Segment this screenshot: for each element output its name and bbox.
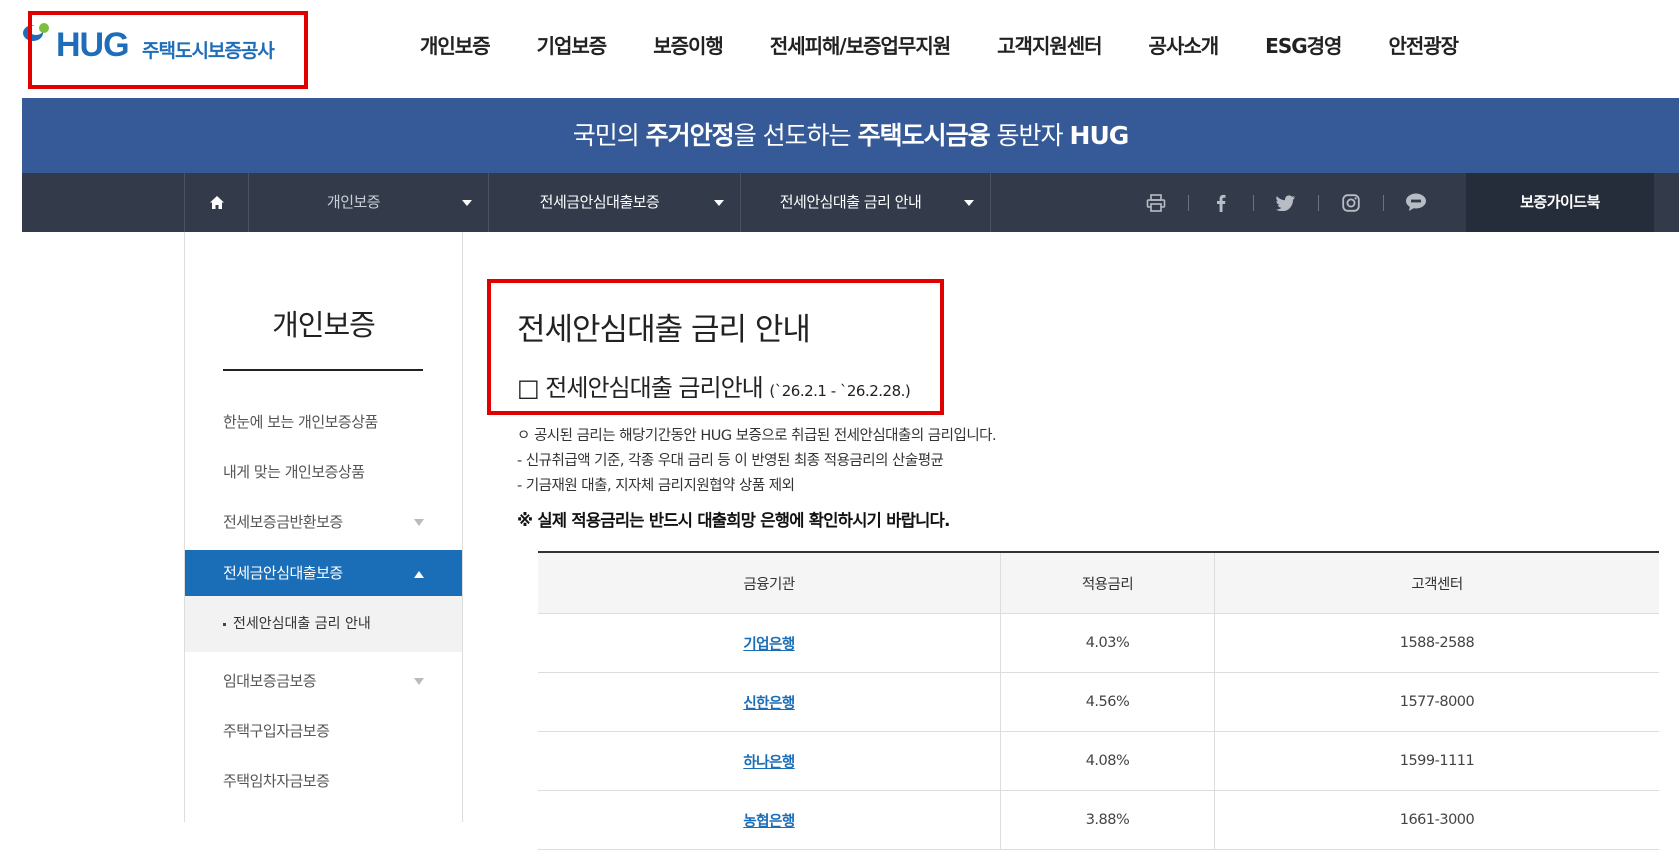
instagram-icon[interactable] <box>1337 189 1365 217</box>
chevron-down-icon <box>414 678 424 685</box>
rate-notes: ㅇ 공시된 금리는 해당기간동안 HUG 보증으로 취급된 전세안심대출의 금리… <box>517 424 997 499</box>
table-row: 농협은행 3.88% 1661-3000 <box>538 790 1659 850</box>
slogan-bold-1: 주거안정 <box>645 121 735 150</box>
divider <box>1318 194 1319 211</box>
rate-warning: ※ 실제 적용금리는 반드시 대출희망 은행에 확인하시기 바랍니다. <box>517 511 950 530</box>
bank-link[interactable]: 기업은행 <box>743 637 795 653</box>
divider <box>1188 194 1189 211</box>
breadcrumb-dropdown-2[interactable]: 전세금안심대출보증 <box>489 173 741 232</box>
side-nav-item-home-rental-guarantee[interactable]: 주택임차자금보증 <box>185 756 462 806</box>
divider <box>1253 194 1254 211</box>
column-header-rate: 적용금리 <box>1000 551 1215 614</box>
title-highlight-box <box>487 279 944 415</box>
chevron-down-icon <box>462 200 472 206</box>
side-nav-item-product-overview[interactable]: 한눈에 보는 개인보증상품 <box>185 397 462 447</box>
side-nav-subitem-label: 전세안심대출 금리 안내 <box>233 616 371 632</box>
chevron-up-icon <box>414 571 424 578</box>
side-nav-item-safe-loan-guarantee[interactable]: 전세금안심대출보증 <box>185 550 462 596</box>
chevron-down-icon <box>964 200 974 206</box>
column-header-bank: 금융기관 <box>538 551 1001 614</box>
breadcrumb-dropdown-1[interactable]: 개인보증 <box>249 173 489 232</box>
bank-link[interactable]: 신한은행 <box>743 696 795 712</box>
slogan-text-3: 동반자 <box>989 121 1070 150</box>
print-icon[interactable] <box>1142 189 1170 217</box>
guarantee-guidebook-button[interactable]: 보증가이드북 <box>1466 173 1654 232</box>
side-nav-item-label: 주택임차자금보증 <box>223 772 330 790</box>
location-bar: 개인보증 전세금안심대출보증 전세안심대출 금리 안내 보증가이드북 <box>22 173 1679 232</box>
phone-cell: 1588-2588 <box>1214 613 1659 673</box>
column-header-call-center: 고객센터 <box>1214 551 1659 614</box>
side-nav-item-label: 전세금안심대출보증 <box>223 564 343 582</box>
table-header-row: 금융기관 적용금리 고객센터 <box>538 551 1659 614</box>
slogan-text-2: 을 선도하는 <box>733 121 858 150</box>
phone-cell: 1599-1111 <box>1214 731 1659 791</box>
gnb-customer-center[interactable]: 고객지원센터 <box>997 30 1102 66</box>
table-row: 하나은행 4.08% 1599-1111 <box>538 731 1659 791</box>
rate-cell: 4.56% <box>1000 672 1215 732</box>
table-row: 기업은행 4.03% 1588-2588 <box>538 613 1659 673</box>
divider <box>223 369 423 371</box>
phone-cell: 1577-8000 <box>1214 672 1659 732</box>
side-nav-item-label: 전세보증금반환보증 <box>223 513 343 531</box>
side-nav-item-label: 한눈에 보는 개인보증상품 <box>223 413 378 431</box>
side-nav-subitem-rate-info[interactable]: 전세안심대출 금리 안내 <box>185 596 462 652</box>
chevron-down-icon <box>414 519 424 526</box>
kakaotalk-icon[interactable] <box>1402 189 1430 217</box>
logo-highlight-box <box>28 11 308 89</box>
side-nav-item-deposit-return-guarantee[interactable]: 전세보증금반환보증 <box>185 497 462 547</box>
bank-link[interactable]: 하나은행 <box>743 755 795 771</box>
gnb-personal-guarantee[interactable]: 개인보증 <box>420 30 491 66</box>
slogan-bold-2: 주택도시금융 <box>857 121 991 150</box>
side-nav-item-product-finder[interactable]: 내게 맞는 개인보증상품 <box>185 447 462 497</box>
site-header: HUG 주택도시보증공사 개인보증 기업보증 보증이행 전세피해/보증업무지원 … <box>0 0 1679 98</box>
note-line: ㅇ 공시된 금리는 해당기간동안 HUG 보증으로 취급된 전세안심대출의 금리… <box>517 428 997 444</box>
rate-cell: 4.08% <box>1000 731 1215 791</box>
side-nav-item-rental-deposit-guarantee[interactable]: 임대보증금보증 <box>185 656 462 706</box>
gnb-guarantee-fulfillment[interactable]: 보증이행 <box>653 30 724 66</box>
slogan-bold-3: HUG <box>1069 121 1130 150</box>
facebook-icon[interactable] <box>1207 189 1235 217</box>
phone-cell: 1661-3000 <box>1214 790 1659 850</box>
rate-cell: 4.03% <box>1000 613 1215 673</box>
home-icon <box>210 196 224 209</box>
gnb-esg[interactable]: ESG경영 <box>1265 30 1342 66</box>
twitter-icon[interactable] <box>1272 189 1300 217</box>
divider <box>1383 194 1384 211</box>
side-nav-item-home-purchase-guarantee[interactable]: 주택구입자금보증 <box>185 706 462 756</box>
home-button[interactable] <box>184 173 249 232</box>
chevron-down-icon <box>714 200 724 206</box>
gnb-safety[interactable]: 안전광장 <box>1388 30 1459 66</box>
table-row: 신한은행 4.56% 1577-8000 <box>538 672 1659 732</box>
side-nav-title: 개인보증 <box>272 308 376 342</box>
side-nav: 개인보증 한눈에 보는 개인보증상품 내게 맞는 개인보증상품 전세보증금반환보… <box>184 232 463 822</box>
note-line: - 신규취급액 기준, 각종 우대 금리 등 이 반영된 최종 적용금리의 산술… <box>517 453 944 469</box>
gnb-about[interactable]: 공사소개 <box>1149 30 1220 66</box>
side-nav-item-label: 임대보증금보증 <box>223 672 317 690</box>
side-nav-item-label: 주택구입자금보증 <box>223 722 330 740</box>
bullet-icon <box>223 622 226 626</box>
gnb-lease-fraud-support[interactable]: 전세피해/보증업무지원 <box>770 30 951 66</box>
breadcrumb-label-1: 개인보증 <box>326 193 381 211</box>
breadcrumb-label-3: 전세안심대출 금리 안내 <box>779 193 922 211</box>
note-line: - 기금재원 대출, 지자체 금리지원협약 상품 제외 <box>517 478 795 494</box>
gnb-corporate-guarantee[interactable]: 기업보증 <box>537 30 608 66</box>
slogan-banner: 국민의 주거안정을 선도하는 주택도시금융 동반자 HUG <box>22 98 1679 173</box>
rate-cell: 3.88% <box>1000 790 1215 850</box>
side-nav-item-label: 내게 맞는 개인보증상품 <box>223 463 365 481</box>
share-tools <box>1142 173 1430 232</box>
breadcrumb-dropdown-3[interactable]: 전세안심대출 금리 안내 <box>741 173 991 232</box>
breadcrumb-label-2: 전세금안심대출보증 <box>539 193 660 211</box>
slogan-text-1: 국민의 <box>572 121 646 150</box>
global-nav: 개인보증 기업보증 보증이행 전세피해/보증업무지원 고객지원센터 공사소개 E… <box>420 30 1459 66</box>
rates-table: 금융기관 적용금리 고객센터 기업은행 4.03% 1588-2588 신한은행… <box>538 551 1659 850</box>
